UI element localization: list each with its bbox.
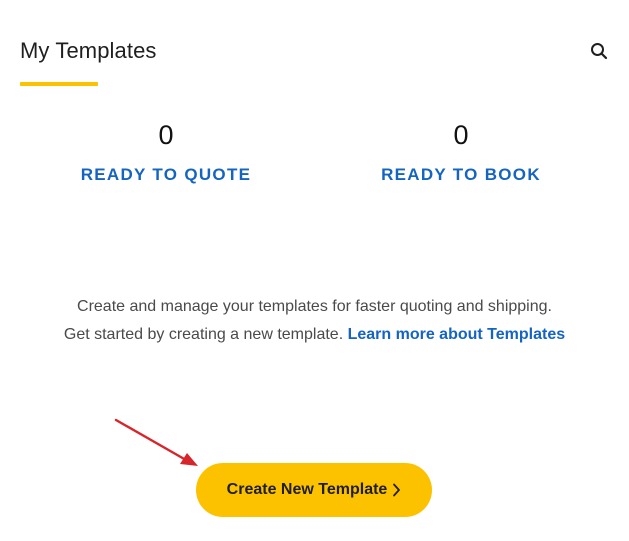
stat-ready-to-book: 0 READY TO BOOK [341, 118, 581, 185]
chevron-right-icon [392, 483, 401, 497]
search-button[interactable] [586, 38, 612, 64]
stat-ready-to-quote: 0 READY TO QUOTE [46, 118, 286, 185]
learn-more-link[interactable]: Learn more about Templates [348, 326, 566, 343]
ready-to-quote-count: 0 [158, 120, 174, 150]
description-line-1: Create and manage your templates for fas… [77, 298, 552, 315]
page-title: My Templates [20, 38, 157, 63]
create-new-template-label: Create New Template [226, 481, 388, 498]
annotation-arrow-icon [114, 418, 198, 466]
description-text: Get started by creating a new template. [63, 326, 348, 343]
ready-to-book-link[interactable]: READY TO BOOK [341, 165, 581, 185]
title-underline [20, 82, 98, 86]
description-line-2: Get started by creating a new template. … [0, 321, 629, 349]
ready-to-quote-link[interactable]: READY TO QUOTE [46, 165, 286, 185]
ready-to-book-count: 0 [453, 120, 469, 150]
templates-description: Create and manage your templates for fas… [0, 293, 629, 349]
create-new-template-button[interactable]: Create New Template [196, 463, 432, 517]
search-icon [591, 43, 608, 60]
